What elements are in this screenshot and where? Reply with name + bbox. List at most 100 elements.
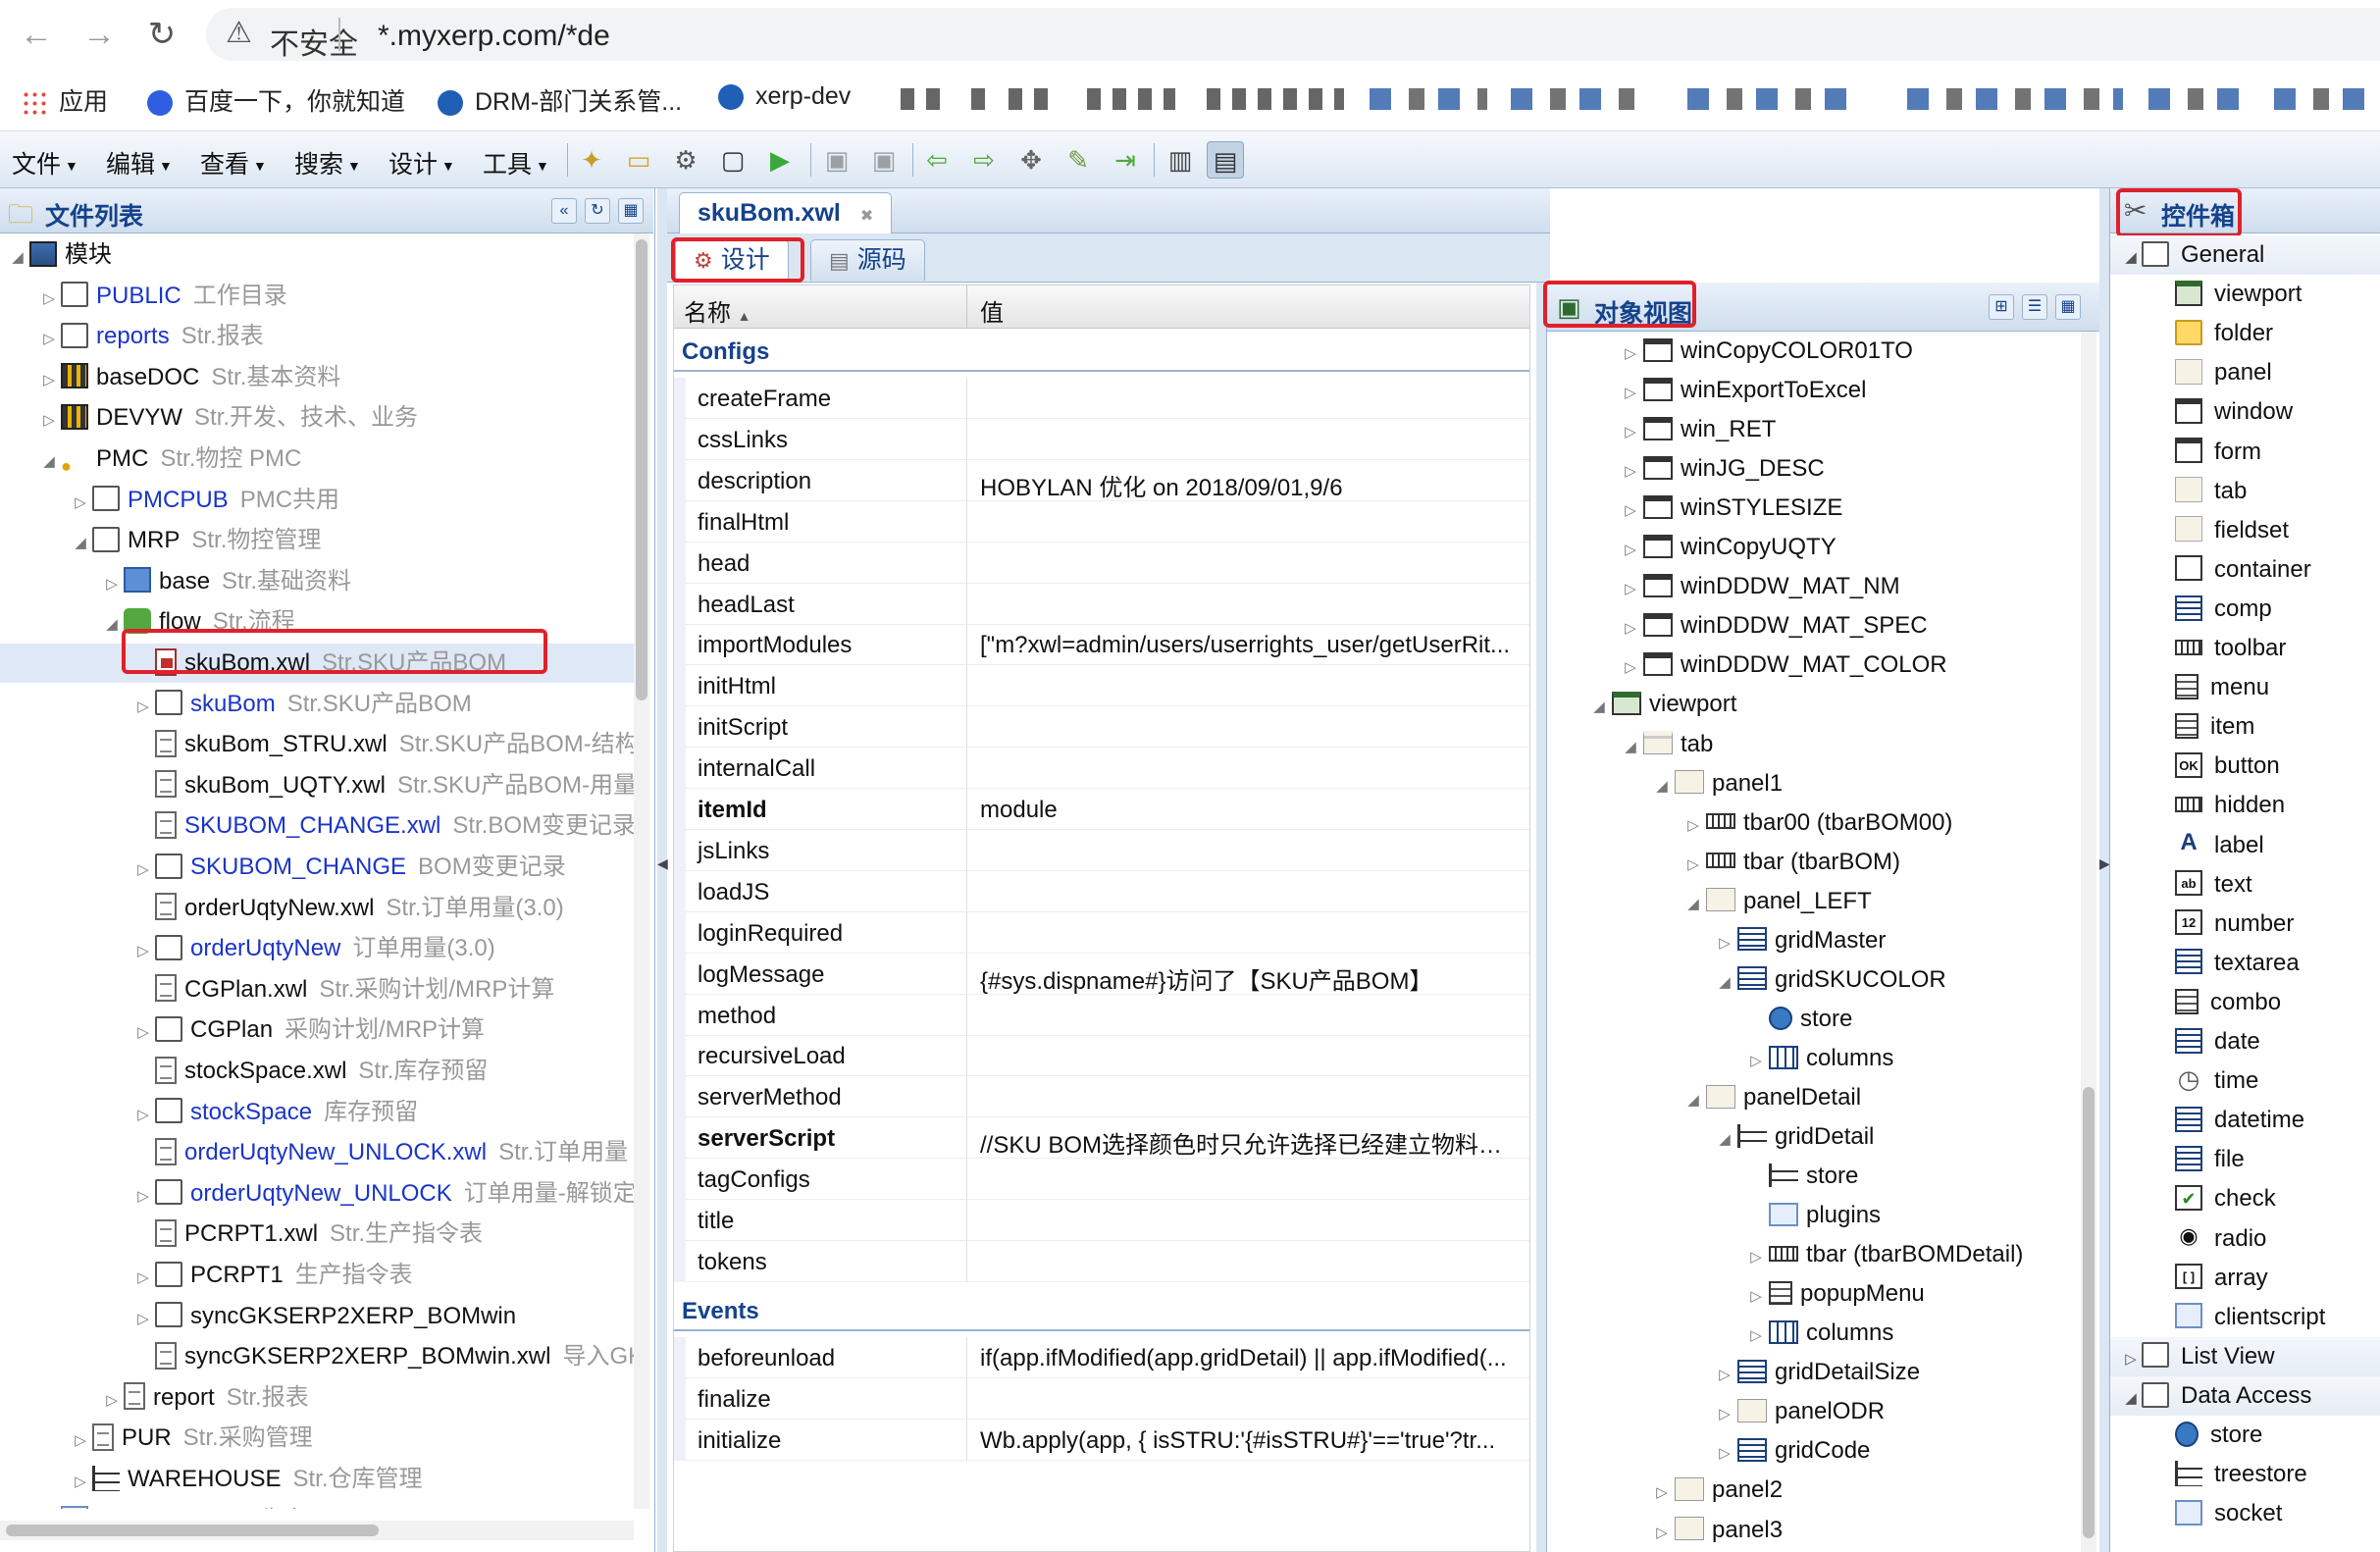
- collapsed-arrow-icon[interactable]: ▷: [1620, 531, 1641, 570]
- object-tree-item[interactable]: ▷ tbar (tbarBOM): [1682, 843, 1900, 882]
- widget-item[interactable]: textarea: [2110, 944, 2380, 983]
- file-tree-item[interactable]: orderUqtyNew.xwl Str.订单用量(3.0): [0, 889, 634, 928]
- collapsed-arrow-icon[interactable]: ▷: [39, 361, 59, 400]
- bookmark-drm[interactable]: DRM-部门关系管...: [438, 82, 682, 118]
- collapsed-arrow-icon[interactable]: ▷: [1620, 374, 1641, 413]
- collapsed-arrow-icon[interactable]: ▷: [133, 688, 153, 727]
- widget-item[interactable]: fieldset: [2110, 511, 2380, 550]
- object-tree-item[interactable]: ▷ winSTYLESIZE: [1620, 489, 1842, 528]
- file-tree-item[interactable]: ▷ WAREHOUSE Str.仓库管理: [0, 1460, 634, 1499]
- object-tree-item[interactable]: ▷ panel2: [1651, 1471, 1783, 1510]
- tab-design[interactable]: ⚙ 设计: [675, 239, 789, 281]
- collapsed-arrow-icon[interactable]: ▷: [1651, 1474, 1673, 1513]
- properties-icon[interactable]: ⚙: [667, 141, 704, 179]
- property-row[interactable]: method: [674, 994, 1529, 1036]
- collapsed-arrow-icon[interactable]: ▷: [133, 851, 153, 890]
- object-tree-item[interactable]: ▷ panel3: [1651, 1511, 1783, 1550]
- widget-item[interactable]: Alabel: [2110, 826, 2380, 865]
- property-value[interactable]: ["m?xwl=admin/users/userrights_user/getU…: [980, 632, 1522, 659]
- console-icon[interactable]: ▤: [1207, 141, 1244, 179]
- right-splitter[interactable]: ▶: [2099, 188, 2110, 1552]
- column-header-value[interactable]: 值: [980, 293, 1004, 328]
- url-input[interactable]: ⚠ 不安全 *.myxerp.com/*de: [206, 8, 2380, 61]
- menu-view[interactable]: 查看 ▼: [200, 145, 267, 181]
- widget-item[interactable]: panel: [2110, 353, 2380, 392]
- file-tree-item[interactable]: ▷ baseDOC Str.基本资料: [0, 358, 634, 397]
- column-header-name[interactable]: 名称 ▲: [684, 293, 751, 328]
- scrollbar-thumb[interactable]: [636, 239, 647, 700]
- property-row[interactable]: createFrame: [674, 378, 1529, 419]
- expanded-arrow-icon[interactable]: ◢: [1682, 1081, 1704, 1120]
- expanded-arrow-icon[interactable]: ◢: [2120, 1379, 2142, 1419]
- file-tree-item[interactable]: skuBom_STRU.xwl Str.SKU产品BOM-结构: [0, 725, 638, 764]
- expanded-arrow-icon[interactable]: ◢: [1620, 728, 1641, 767]
- widget-item[interactable]: file: [2110, 1140, 2380, 1179]
- file-tree-item[interactable]: syncGKSERP2XERP_BOMwin.xwl 导入GKS: [0, 1337, 638, 1376]
- scrollbar-thumb[interactable]: [6, 1525, 379, 1536]
- property-value[interactable]: Wb.apply(app, { isSTRU:'{#isSTRU#}'=='tr…: [980, 1427, 1522, 1455]
- property-row[interactable]: initScript: [674, 706, 1529, 749]
- collapsed-arrow-icon[interactable]: ▷: [1745, 1238, 1767, 1277]
- property-row[interactable]: description HOBYLAN 优化 on 2018/09/01,9/6: [674, 459, 1529, 501]
- widget-item[interactable]: tab: [2110, 472, 2380, 511]
- widget-item[interactable]: form: [2110, 433, 2380, 472]
- property-section-header[interactable]: Configs: [674, 329, 1529, 372]
- property-row[interactable]: initHtml: [674, 665, 1529, 707]
- property-row[interactable]: title: [674, 1200, 1529, 1241]
- tree-options-icon[interactable]: ▦: [2055, 294, 2081, 320]
- widget-category[interactable]: ◢ General: [2110, 235, 2380, 275]
- expanded-arrow-icon[interactable]: ◢: [8, 238, 27, 278]
- collapsed-arrow-icon[interactable]: ▷: [133, 1013, 153, 1053]
- collapsed-arrow-icon[interactable]: ▷: [1620, 609, 1641, 648]
- refresh-icon[interactable]: ↻: [585, 198, 610, 224]
- object-tree-item[interactable]: ◢ panel_LEFT: [1682, 882, 1872, 921]
- object-tree-item[interactable]: ▷ gridCode: [1714, 1431, 1870, 1471]
- file-tree-item[interactable]: ◢ 模块: [0, 235, 634, 275]
- collapsed-arrow-icon[interactable]: ▷: [133, 1300, 153, 1339]
- property-row[interactable]: tagConfigs: [674, 1159, 1529, 1201]
- expanded-arrow-icon[interactable]: ◢: [1682, 885, 1704, 924]
- center-splitter[interactable]: [1536, 283, 1546, 1552]
- file-tree-item[interactable]: ▷ PMCPUB PMC共用: [0, 481, 634, 520]
- layout-icon[interactable]: ▥: [1162, 141, 1199, 179]
- property-row[interactable]: initialize Wb.apply(app, { isSTRU:'{#isST…: [674, 1419, 1529, 1461]
- collapsed-arrow-icon[interactable]: ▷: [133, 1177, 153, 1216]
- widget-item[interactable]: toolbar: [2110, 629, 2380, 668]
- property-row[interactable]: cssLinks: [674, 418, 1529, 460]
- collapsed-arrow-icon[interactable]: ▷: [1714, 1395, 1735, 1434]
- window-icon[interactable]: ▢: [714, 141, 751, 179]
- file-tree-item[interactable]: ▷ orderUqtyNew 订单用量(3.0): [0, 929, 634, 968]
- object-tree-item[interactable]: store: [1745, 1000, 1852, 1039]
- widget-item[interactable]: folder: [2110, 314, 2380, 353]
- collapsed-arrow-icon[interactable]: ▷: [1620, 648, 1641, 688]
- property-row[interactable]: serverScript //SKU BOM选择颜色时只允许选择已经建立物料的..…: [674, 1117, 1529, 1160]
- arrow-right-icon[interactable]: ⇨: [965, 141, 1003, 179]
- file-tree-hscrollbar[interactable]: [0, 1521, 634, 1540]
- doc-tab-skubom[interactable]: skuBom.xwl ✖: [679, 192, 893, 233]
- collapsed-arrow-icon[interactable]: ▷: [1714, 924, 1735, 963]
- property-row[interactable]: recursiveLoad: [674, 1035, 1529, 1077]
- file-tree-item[interactable]: ◢ PMC Str.物控 PMC: [0, 440, 634, 479]
- object-tree-item[interactable]: ◢ viewport: [1588, 685, 1736, 724]
- object-tree-item[interactable]: ▷ win_RET: [1620, 410, 1776, 449]
- export-icon[interactable]: ⇥: [1107, 141, 1144, 179]
- tree-options-icon[interactable]: ▦: [618, 198, 644, 224]
- property-row[interactable]: head: [674, 542, 1529, 584]
- widget-item[interactable]: OK button: [2110, 747, 2380, 786]
- reload-icon[interactable]: ↻: [137, 10, 186, 59]
- forward-arrow-icon[interactable]: →: [75, 10, 124, 59]
- object-tree-item[interactable]: ◢ panel1: [1651, 764, 1783, 803]
- object-tree-item[interactable]: store: [1745, 1157, 1858, 1196]
- widget-item[interactable]: ◷ time: [2110, 1061, 2380, 1101]
- object-tree-item[interactable]: ▷ winDDDW_MAT_COLOR: [1620, 646, 1946, 688]
- bookmark-xerp-dev[interactable]: xerp-dev: [718, 82, 851, 111]
- file-tree-item[interactable]: SKUBOM_CHANGE.xwl Str.BOM变更记录: [0, 806, 636, 846]
- back-arrow-icon[interactable]: ←: [12, 10, 61, 59]
- widget-item[interactable]: container: [2110, 550, 2380, 590]
- file-tree-item[interactable]: ▷ PCRPT1 生产指令表: [0, 1256, 634, 1295]
- collapsed-arrow-icon[interactable]: ▷: [133, 1259, 153, 1298]
- file-tree-item[interactable]: ▷ skuBom Str.SKU产品BOM: [0, 685, 634, 724]
- widget-item[interactable]: socket: [2110, 1494, 2380, 1533]
- collapsed-arrow-icon[interactable]: ▷: [102, 565, 122, 604]
- widget-item[interactable]: [ ] array: [2110, 1259, 2380, 1298]
